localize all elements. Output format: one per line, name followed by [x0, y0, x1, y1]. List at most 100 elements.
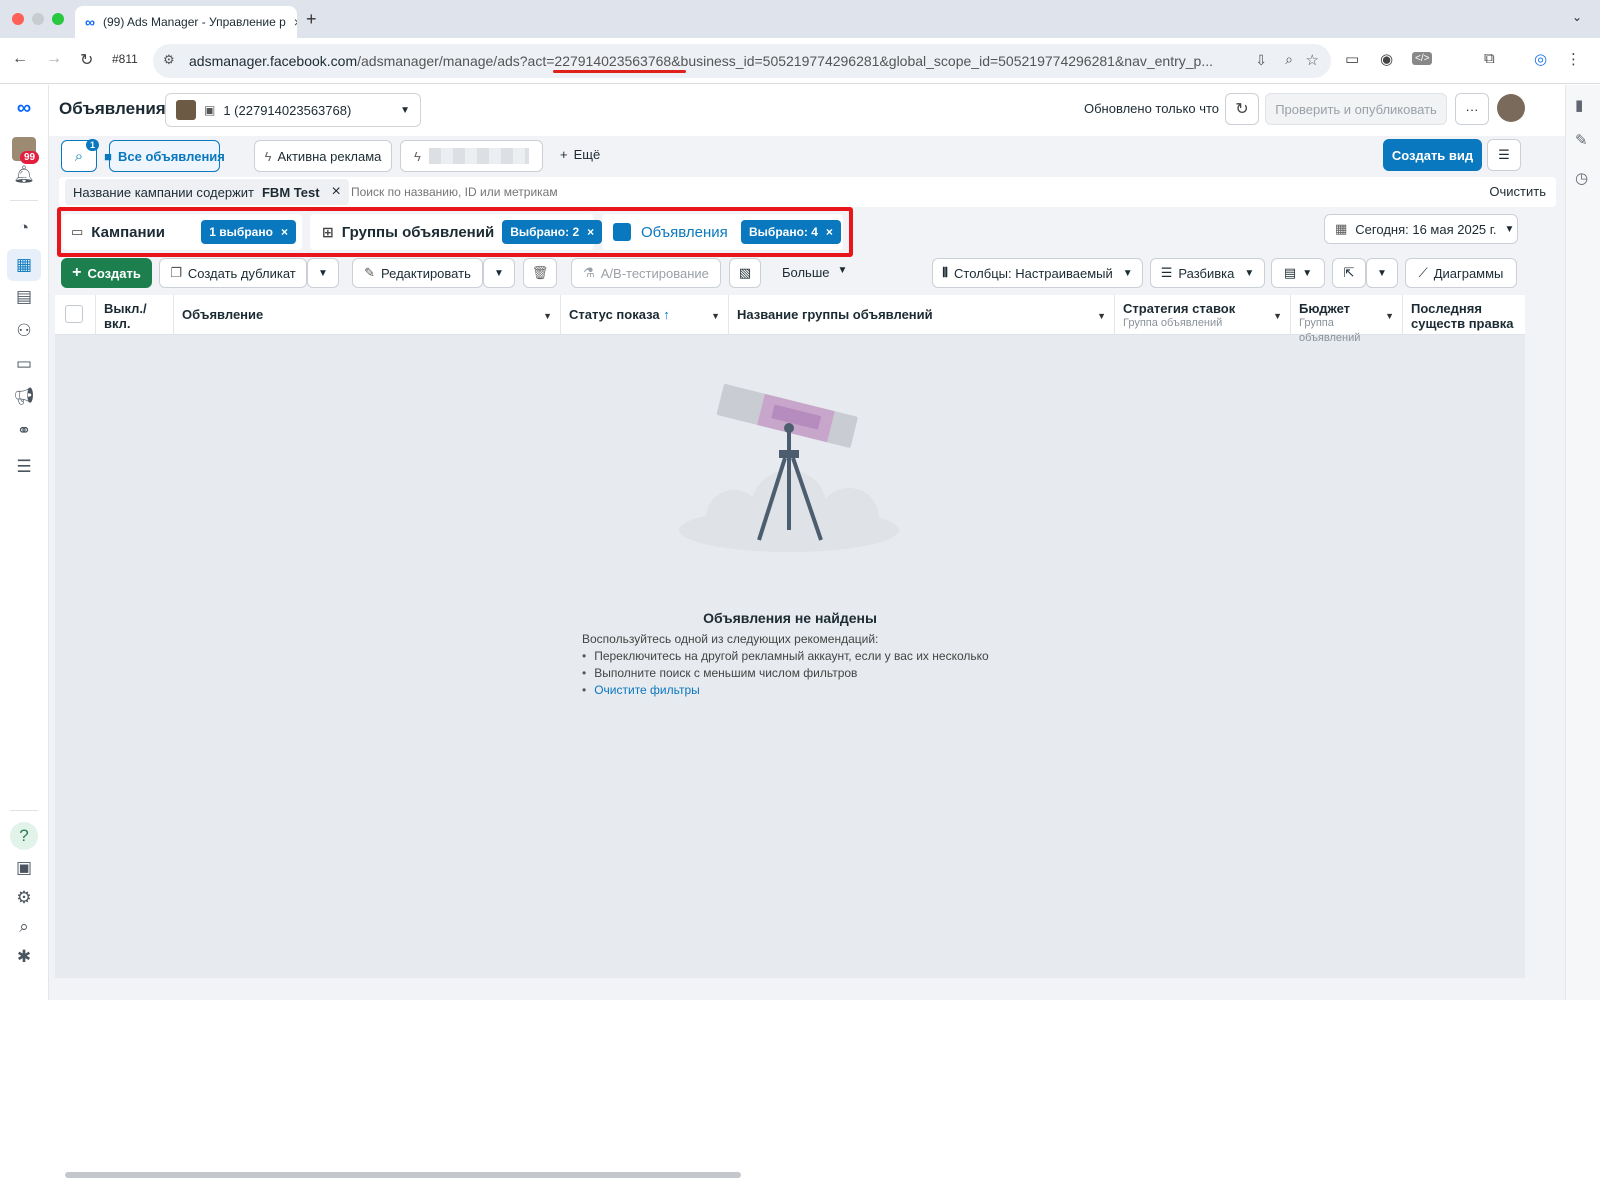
clear-filters-suggestion-link[interactable]: Очистите фильтры	[594, 683, 700, 697]
account-selector[interactable]: ▣ 1 (227914023563768) ▼	[165, 93, 421, 127]
all-ads-view-button[interactable]: ■ Все объявления	[104, 140, 225, 172]
campaigns-selected-badge[interactable]: 1 выбрано ×	[201, 220, 296, 244]
campaign-megaphone-icon[interactable]: 📢︎	[12, 385, 36, 409]
close-window-button[interactable]	[12, 13, 24, 25]
search-icon[interactable]: ⌕	[12, 915, 36, 939]
col-ad[interactable]: Объявление ▼	[174, 295, 561, 335]
duplicate-label: Создать дубликат	[187, 265, 296, 281]
zoom-icon[interactable]: ⌕	[1285, 51, 1293, 68]
tab-campaigns[interactable]: ▭ Кампании 1 выбрано ×	[71, 214, 296, 250]
export-button[interactable]: ⇱	[1332, 258, 1366, 288]
more-views-button[interactable]: + Ещё	[560, 147, 600, 162]
refresh-button[interactable]: ↻	[1225, 93, 1259, 125]
col-adset-name[interactable]: Название группы объявлений ▼	[729, 295, 1115, 335]
ads-selected-badge[interactable]: Выбрано: 4 ×	[741, 220, 841, 244]
edit-pencil-icon[interactable]: ✎	[1575, 131, 1588, 149]
help-icon[interactable]: ?	[10, 822, 38, 850]
more-options-button[interactable]: ···	[1455, 93, 1489, 125]
ad-account-icon: ▣	[204, 103, 216, 117]
edit-dropdown-button[interactable]: ▼	[483, 258, 515, 288]
col-last-edit[interactable]: Последняя существ правка	[1403, 295, 1525, 335]
plus-icon: +	[72, 264, 82, 281]
export-dropdown-button[interactable]: ▼	[1366, 258, 1398, 288]
site-settings-icon[interactable]: ⚙	[163, 52, 175, 68]
all-tools-menu-icon[interactable]: ☰	[12, 455, 36, 479]
review-publish-button[interactable]: Проверить и опубликовать	[1265, 93, 1447, 125]
audience-people-icon[interactable]: ⚇	[12, 319, 36, 343]
tab-close-icon[interactable]: ×	[294, 14, 297, 30]
duplicate-dropdown-button[interactable]: ▼	[307, 258, 339, 288]
custom-view-button[interactable]: ϟ	[400, 140, 543, 172]
clear-selection-icon[interactable]: ×	[587, 225, 594, 239]
clear-selection-icon[interactable]: ×	[281, 225, 288, 239]
adsets-selected-badge[interactable]: Выбрано: 2 ×	[502, 220, 603, 244]
columns-button[interactable]: ⦀ Столбцы: Настраиваемый ▼	[932, 258, 1143, 288]
user-avatar[interactable]	[1497, 94, 1525, 122]
ads-manager-table-icon[interactable]: ▦	[7, 249, 41, 281]
breakdown-button[interactable]: ☰ Разбивка ▼	[1150, 258, 1265, 288]
reload-icon[interactable]: ↻	[80, 50, 93, 70]
media-button[interactable]: ▧	[729, 258, 761, 288]
history-clock-icon[interactable]: ◷	[1575, 169, 1588, 187]
catalog-book-icon[interactable]: ▤	[12, 285, 36, 309]
reports-button[interactable]: ▤ ▼	[1271, 258, 1325, 288]
bug-report-icon[interactable]: ✱	[12, 945, 36, 969]
browser-menu-icon[interactable]: ⋮	[1566, 50, 1581, 68]
bar-chart-icon[interactable]: ▮	[1575, 96, 1583, 114]
search-input[interactable]	[351, 180, 951, 204]
clear-selection-icon[interactable]: ×	[826, 225, 833, 239]
create-button[interactable]: + Создать	[61, 258, 152, 288]
filter-chip[interactable]: Название кампании содержит FBM Test ×	[65, 179, 349, 205]
bookmark-star-icon[interactable]: ☆	[1306, 51, 1319, 69]
dashboard-gauge-icon[interactable]: ◔	[12, 216, 36, 240]
back-icon[interactable]: ←	[12, 50, 28, 68]
tab-ads-label: Объявления	[641, 223, 728, 241]
settings-gear-icon[interactable]: ⚙	[12, 886, 36, 910]
browser-tab[interactable]: ∞ (99) Ads Manager - Управление р ×	[75, 6, 297, 38]
col-budget[interactable]: Бюджет Группа объявлений ▼	[1291, 295, 1403, 344]
ab-test-button[interactable]: ⚗ A/B-тестирование	[571, 258, 721, 288]
select-all-checkbox[interactable]	[65, 305, 83, 323]
col-bid-strategy[interactable]: Стратегия ставок Группа объявлений ▼	[1115, 295, 1291, 335]
devtools-ext-icon[interactable]: </>	[1412, 52, 1433, 65]
url-field[interactable]: ⚙ adsmanager.facebook.com/adsmanager/man…	[153, 44, 1331, 78]
bell-icon[interactable]: 🔔︎	[12, 163, 36, 187]
updated-status: Обновлено только что	[1084, 101, 1220, 116]
minimize-window-button[interactable]	[32, 13, 44, 25]
new-tab-button[interactable]: +	[306, 9, 317, 30]
search-icon: ⌕	[74, 147, 84, 165]
date-range-picker[interactable]: ▦ Сегодня: 16 мая 2025 г. ▼	[1324, 214, 1518, 244]
profile-icon[interactable]: ◎	[1534, 50, 1547, 68]
col-status[interactable]: Статус показа ↑ ▼	[561, 295, 729, 335]
install-icon[interactable]: ⇩	[1255, 52, 1267, 69]
maximize-window-button[interactable]	[52, 13, 64, 25]
breakdown-icon: ☰	[1160, 265, 1173, 280]
meta-logo-icon[interactable]: ∞	[12, 96, 36, 120]
more-actions-button[interactable]: Больше ▼	[782, 265, 847, 280]
charts-button[interactable]: ⟋ Диаграммы	[1405, 258, 1517, 288]
tab-search-chevron-icon[interactable]: ⌄	[1572, 10, 1582, 24]
video-ext-icon[interactable]: ▭	[1345, 50, 1359, 68]
edit-button[interactable]: ✎ Редактировать	[352, 258, 483, 288]
extensions-puzzle-icon[interactable]: ⧉	[1484, 50, 1495, 67]
remove-filter-icon[interactable]: ×	[332, 183, 341, 201]
billing-card-icon[interactable]: ▭	[12, 352, 36, 376]
duplicate-button[interactable]: ❐ Создать дубликат	[159, 258, 307, 288]
create-view-button[interactable]: Создать вид	[1383, 139, 1482, 171]
col-toggle[interactable]: Выкл./ вкл.	[96, 295, 174, 335]
charts-label: Диаграммы	[1433, 265, 1504, 281]
view-settings-button[interactable]: ☰	[1487, 139, 1521, 171]
clear-filters-link[interactable]: Очистить	[1489, 184, 1546, 199]
left-navigation: ∞ 99 🔔︎ ◔ ▦ ▤ ⚇ ▭ 📢︎ ⚭ ☰ ? ▣ ⚙ ⌕ ✱	[0, 85, 49, 1000]
horizontal-scrollbar[interactable]	[65, 1172, 741, 1178]
delete-button[interactable]: 🗑︎	[523, 258, 557, 288]
tab-adsets[interactable]: ⊞ Группы объявлений Выбрано: 2 ×	[322, 214, 603, 250]
forward-icon[interactable]: →	[46, 50, 62, 68]
cookie-ext-icon[interactable]: ◉	[1380, 50, 1393, 68]
tab-ads[interactable]: Объявления Выбрано: 4 ×	[613, 214, 841, 250]
active-ads-view-button[interactable]: ϟ Активна реклама	[254, 140, 392, 172]
tab-campaigns-label: Кампании	[91, 223, 165, 241]
business-network-icon[interactable]: ⚭	[12, 419, 36, 443]
pages-icon[interactable]: ▣	[12, 856, 36, 880]
caret-down-icon: ▼	[1302, 267, 1313, 279]
